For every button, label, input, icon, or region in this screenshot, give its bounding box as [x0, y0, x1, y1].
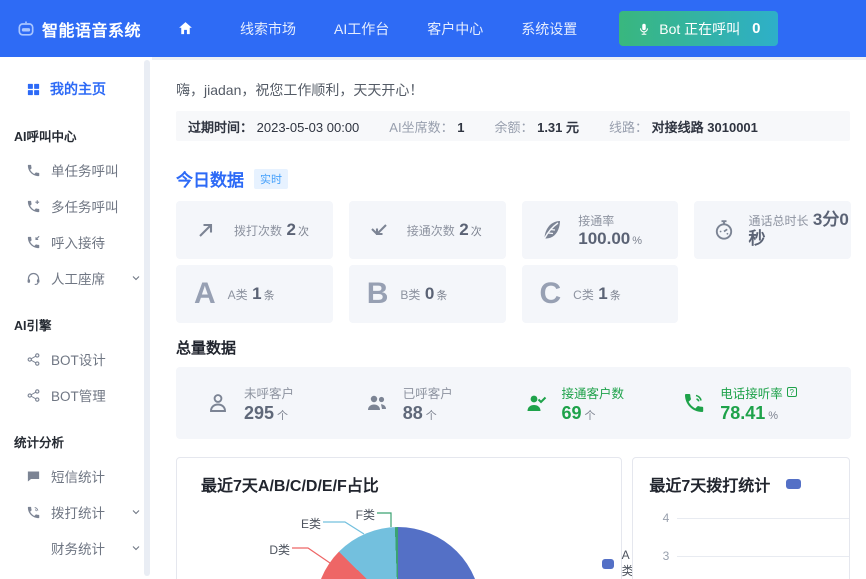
- pie-chart-card: 最近7天A/B/C/D/E/F占比 D类 E类 F类 A类: [176, 457, 622, 579]
- sidebar-item-label: 财务统计: [51, 538, 105, 558]
- letter-c-icon: C: [540, 279, 562, 309]
- nav-item-system-settings[interactable]: 系统设置: [521, 19, 577, 39]
- account-info-bar: 过期时间： 2023-05-03 00:00 AI坐席数： 1 余额： 1.31…: [176, 111, 850, 141]
- pie-chart[interactable]: [315, 527, 481, 579]
- greeting-text: 嗨，jiadan，祝您工作顺利，天天开心！: [176, 80, 850, 100]
- phone-incoming-icon: [26, 235, 42, 250]
- bot-calling-label: Bot 正在呼叫: [659, 19, 740, 39]
- stopwatch-icon: [712, 218, 738, 242]
- pie-callout-e: E类: [293, 515, 321, 532]
- sidebar-item-human-agent[interactable]: 人工座席: [26, 268, 142, 288]
- gridline-4: 4: [653, 511, 849, 525]
- bot-calling-count: 0: [752, 20, 760, 37]
- person-check-icon: [524, 391, 552, 415]
- dashboard-grid-icon: [26, 82, 41, 97]
- sidebar-item-label: 人工座席: [51, 268, 105, 288]
- sidebar-item-label: BOT管理: [51, 385, 106, 405]
- bot-calling-button[interactable]: Bot 正在呼叫 0: [619, 11, 778, 46]
- nav-item-customer-center[interactable]: 客户中心: [427, 19, 483, 39]
- card-class-c: C C类 1条: [522, 265, 679, 323]
- message-icon: [26, 469, 42, 484]
- sidebar-item-sms-stats[interactable]: 短信统计: [26, 466, 142, 486]
- realtime-badge: 实时: [254, 169, 288, 189]
- agent-headset-icon: [26, 271, 42, 286]
- stat-answer-rate: 电话接听率 ? 78.41%: [682, 383, 841, 424]
- sidebar-item-dial-stats[interactable]: 拨打统计: [26, 502, 142, 522]
- sidebar-item-bot-design[interactable]: BOT设计: [26, 349, 142, 369]
- stat-connected-customers: 接通客户数 69个: [524, 383, 683, 424]
- flow-icon: [26, 352, 42, 367]
- pie-callout-d: D类: [262, 541, 290, 558]
- phone-icon: [26, 163, 42, 178]
- card-answer-count: 接通次数 2次: [349, 201, 506, 259]
- phone-stats-icon: [26, 505, 42, 520]
- dial-chart-title: 最近7天拨打统计: [649, 472, 770, 496]
- people-icon: [365, 391, 393, 415]
- card-dial-count: 拨打次数 2次: [176, 201, 333, 259]
- legend-swatch-a: [602, 559, 614, 569]
- total-stats-card: 未呼客户 295个 已呼客户 88个: [176, 367, 851, 439]
- sidebar-item-label: 呼入接待: [51, 232, 105, 252]
- sidebar-section-ai-engine: AI引擎: [14, 315, 152, 334]
- sidebar-item-label: BOT设计: [51, 349, 106, 369]
- app-title: 智能语音系统: [42, 17, 141, 41]
- pie-callout-f: F类: [347, 506, 375, 523]
- arrow-answered-icon: [367, 218, 397, 242]
- phone-answer-icon: [682, 391, 710, 415]
- sidebar-item-my-home[interactable]: 我的主页: [26, 79, 152, 99]
- today-cards: 拨打次数 2次 接通次数 2次: [176, 201, 851, 323]
- sidebar-item-label: 我的主页: [50, 79, 106, 99]
- gridline-3: 3: [653, 549, 849, 563]
- letter-b-icon: B: [367, 279, 389, 309]
- line-info: 线路： 对接线路 3010001: [609, 117, 758, 136]
- chevron-down-icon: [130, 506, 142, 518]
- robot-logo-icon: [16, 19, 36, 39]
- card-answer-rate: 接通率 100.00%: [522, 201, 679, 259]
- arrow-up-right-icon: [194, 218, 224, 242]
- sidebar-item-label: 多任务呼叫: [51, 196, 119, 216]
- card-class-b: B B类 0条: [349, 265, 506, 323]
- sidebar-item-label: 拨打统计: [51, 502, 105, 522]
- pie-chart-title: 最近7天A/B/C/D/E/F占比: [201, 472, 379, 496]
- sidebar-scrollbar[interactable]: [144, 60, 150, 576]
- sidebar-section-statistics: 统计分析: [14, 432, 152, 451]
- letter-a-icon: A: [194, 279, 216, 309]
- sidebar-section-ai-call-center: AI呼叫中心: [14, 126, 152, 145]
- balance: 余额： 1.31 元: [494, 117, 579, 136]
- home-icon[interactable]: [168, 20, 202, 37]
- dial-legend-swatch[interactable]: [786, 479, 801, 489]
- ai-seat-count: AI坐席数： 1: [389, 117, 464, 136]
- sidebar-item-bot-manage[interactable]: BOT管理: [26, 385, 142, 405]
- sidebar-item-single-task-call[interactable]: 单任务呼叫: [26, 160, 142, 180]
- sidebar-item-multi-task-call[interactable]: 多任务呼叫: [26, 196, 142, 216]
- help-icon[interactable]: ?: [787, 387, 797, 397]
- card-class-a: A A类 1条: [176, 265, 333, 323]
- sidebar-item-inbound-reception[interactable]: 呼入接待: [26, 232, 142, 252]
- sidebar: 我的主页 AI呼叫中心 单任务呼叫 多任务呼叫 呼入接待 人工座席: [0, 57, 152, 579]
- today-data-title: 今日数据: [176, 166, 244, 191]
- expire-time: 过期时间： 2023-05-03 00:00: [188, 117, 359, 136]
- microphone-icon: [637, 22, 651, 36]
- stat-called-customers: 已呼客户 88个: [365, 383, 524, 424]
- app-logo: 智能语音系统: [16, 17, 162, 41]
- sidebar-item-label: 单任务呼叫: [51, 160, 119, 180]
- main-content: 嗨，jiadan，祝您工作顺利，天天开心！ 过期时间： 2023-05-03 0…: [152, 57, 866, 579]
- nav-item-ai-workbench[interactable]: AI工作台: [334, 19, 389, 39]
- person-icon: [206, 391, 234, 415]
- nav-item-leads-market[interactable]: 线索市场: [240, 19, 296, 39]
- dial-stats-chart-card: 最近7天拨打统计 4 3: [632, 457, 850, 579]
- chevron-down-icon: [130, 542, 142, 554]
- card-total-talk-time: 通话总时长 3分0秒: [694, 201, 851, 259]
- sidebar-item-finance-stats[interactable]: 财务统计: [26, 538, 142, 558]
- flow-icon: [26, 388, 42, 403]
- top-navbar: 智能语音系统 线索市场 AI工作台 客户中心 系统设置 Bot 正在呼叫 0: [0, 0, 866, 57]
- phone-add-icon: [26, 199, 42, 214]
- chevron-down-icon: [130, 272, 142, 284]
- feather-icon: [540, 218, 569, 242]
- sidebar-item-label: 短信统计: [51, 466, 105, 486]
- stat-uncalled-customers: 未呼客户 295个: [206, 383, 365, 424]
- total-data-title: 总量数据: [176, 337, 850, 358]
